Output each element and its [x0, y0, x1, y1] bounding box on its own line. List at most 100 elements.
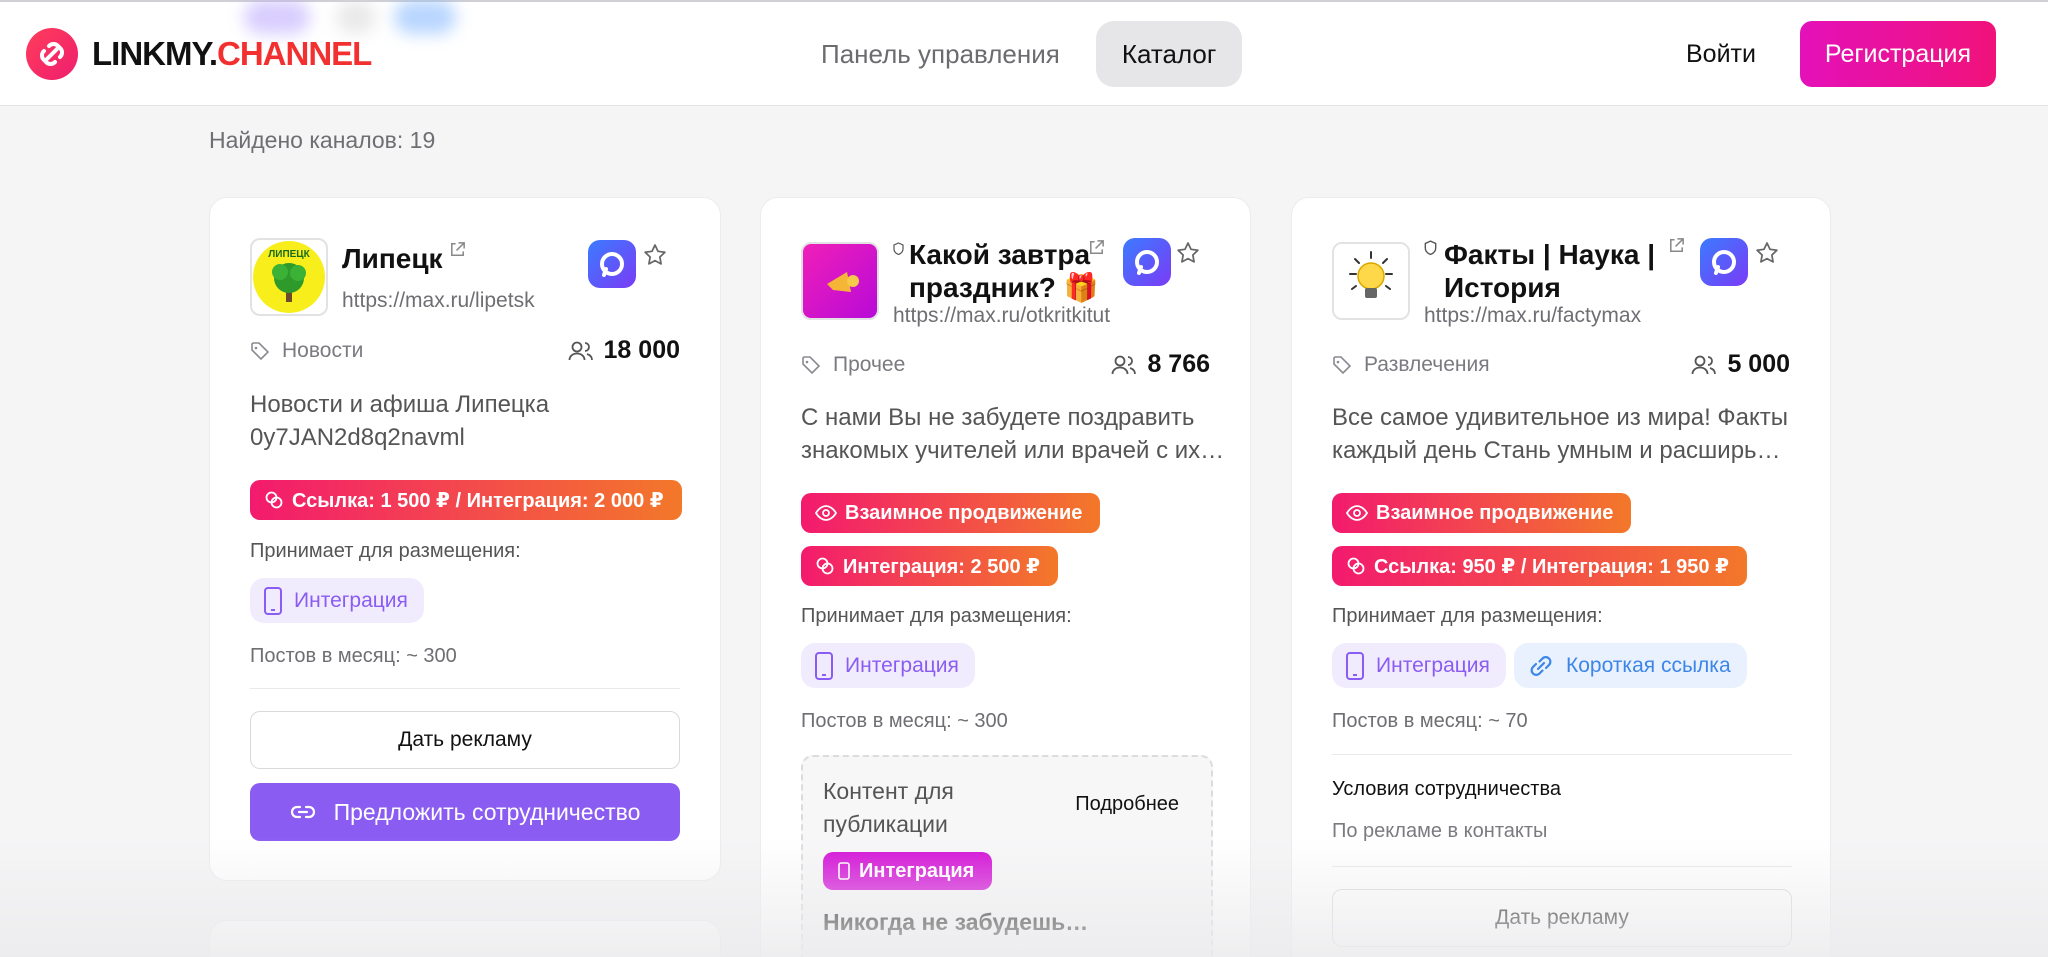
favorite-star-icon[interactable] [1754, 240, 1780, 266]
channel-category: Развлечения [1332, 353, 1490, 377]
verified-shield-icon [1424, 240, 1437, 255]
channel-title[interactable]: Какой завтра праздник? 🎁 [909, 238, 1099, 304]
external-link-icon[interactable] [448, 240, 467, 259]
badge-text: Взаимное продвижение [845, 501, 1083, 524]
chip-label: Интеграция [845, 653, 959, 677]
tag-icon [802, 356, 821, 375]
channel-url[interactable]: https://max.ru/otkritkitut [893, 304, 1110, 328]
propose-collaboration-button[interactable]: Предложить сотрудничество [250, 783, 680, 841]
brand-name: LINKMY.CHANNEL [92, 35, 372, 73]
title-line: Контент для [823, 778, 954, 804]
give-ad-button[interactable]: Дать рекламу [250, 711, 680, 769]
price-badge: Ссылка: 1 500 ₽ / Интеграция: 2 000 ₽ [250, 480, 682, 520]
eye-icon [815, 505, 837, 521]
channel-card: Какой завтра праздник? 🎁 https://max.ru/… [760, 197, 1251, 957]
top-navigation-bar: LINKMY.CHANNEL Панель управления Каталог… [0, 0, 2048, 106]
channel-title[interactable]: Факты | Наука | История [1444, 238, 1655, 304]
description-line: знакомых учителей или врачей с их… [801, 437, 1225, 464]
next-channel-card [209, 920, 721, 957]
coins-icon [816, 557, 834, 575]
content-type-tag: Интеграция [823, 852, 993, 890]
channel-card: ЛИПЕЦК Липецк https://max.ru/lipetsk Нов… [209, 197, 721, 881]
mutual-promotion-badge: Взаимное продвижение [1332, 493, 1632, 533]
channel-avatar[interactable]: ЛИПЕЦК [250, 238, 328, 316]
channel-description: С нами Вы не забудете поздравить знакомы… [801, 401, 1224, 467]
subscriber-count: 5 000 [1691, 350, 1790, 379]
tab-dashboard[interactable]: Панель управления [795, 21, 1086, 87]
channel-description: Все самое удивительное из мира! Факты ка… [1332, 401, 1788, 467]
eye-icon [1346, 505, 1368, 521]
divider [1332, 754, 1792, 755]
external-link-icon[interactable] [1087, 238, 1106, 257]
chip-label: Короткая ссылка [1566, 653, 1731, 677]
accepts-label: Принимает для размещения: [1332, 605, 1603, 627]
category-label: Новости [282, 339, 364, 362]
category-label: Прочее [833, 353, 906, 376]
terms-text: По рекламе в контакты [1332, 820, 1548, 842]
description-line: Новости и афиша Липецка [250, 391, 550, 418]
description-line: Все самое удивительное из мира! Факты [1332, 404, 1789, 431]
posts-per-month: Постов в месяц: ~ 300 [801, 710, 1008, 732]
description-line: С нами Вы не забудете поздравить [801, 404, 1195, 431]
favorite-star-icon[interactable] [642, 242, 668, 268]
title-line: Факты | Наука | [1444, 239, 1656, 270]
register-button[interactable]: Регистрация [1800, 21, 1996, 87]
coins-icon [265, 491, 283, 509]
tag-label: Интеграция [859, 859, 975, 882]
favorite-star-icon[interactable] [1175, 240, 1201, 266]
content-snippet: Никогда не забудешь… [823, 909, 1089, 935]
badge-text: Взаимное продвижение [1376, 501, 1614, 524]
price-badge: Интеграция: 2 500 ₽ [801, 546, 1059, 586]
format-chip-integration: Интеграция [801, 643, 975, 688]
tag-icon [251, 342, 270, 361]
chip-label: Интеграция [1376, 653, 1490, 677]
channel-card: Факты | Наука | История https://max.ru/f… [1291, 197, 1831, 957]
chip-label: Интеграция [294, 588, 408, 612]
verified-shield-icon [893, 242, 904, 255]
phone-icon [815, 651, 833, 680]
category-label: Развлечения [1364, 353, 1490, 376]
phone-icon [264, 586, 282, 615]
more-details-link[interactable]: Подробнее [1075, 793, 1179, 816]
content-box-title: Контент для публикации [823, 775, 954, 841]
channel-description: Новости и афиша Липецка 0y7JAN2d8q2navml [250, 388, 549, 454]
coins-icon [1347, 557, 1365, 575]
channel-url[interactable]: https://max.ru/lipetsk [342, 289, 535, 313]
subscriber-count: 8 766 [1111, 350, 1210, 379]
title-line: История [1444, 272, 1561, 303]
main-nav: Панель управления Каталог [795, 21, 1243, 87]
link-logo-icon [26, 28, 78, 80]
channel-url[interactable]: https://max.ru/factymax [1424, 304, 1641, 328]
price-text: Ссылка: 950 ₽ / Интеграция: 1 950 ₽ [1374, 555, 1729, 578]
posts-per-month: Постов в месяц: ~ 300 [250, 645, 457, 667]
channel-title[interactable]: Липецк [342, 242, 443, 275]
mutual-promotion-badge: Взаимное продвижение [801, 493, 1101, 533]
blurred-decoration [394, 0, 456, 34]
channels-found-count: Найдено каналов: 19 [209, 127, 436, 153]
max-messenger-icon [1700, 238, 1748, 286]
publication-content-box: Контент для публикации Подробнее Интегра… [801, 755, 1213, 957]
login-link[interactable]: Войти [1686, 40, 1756, 69]
users-icon [1112, 355, 1137, 374]
price-text: Интеграция: 2 500 ₽ [843, 555, 1041, 578]
title-line: Какой завтра [909, 239, 1091, 270]
channel-avatar[interactable] [1332, 242, 1410, 320]
avatar-caption: ЛИПЕЦК [268, 249, 310, 260]
posts-per-month: Постов в месяц: ~ 70 [1332, 710, 1528, 732]
channel-category: Новости [250, 339, 363, 363]
subscriber-value: 18 000 [603, 336, 680, 364]
give-ad-button[interactable]: Дать рекламу [1332, 889, 1792, 947]
brand-logo[interactable]: LINKMY.CHANNEL [26, 28, 372, 80]
accepts-label: Принимает для размещения: [250, 540, 521, 562]
channel-category: Прочее [801, 353, 905, 377]
terms-title: Условия сотрудничества [1332, 778, 1561, 800]
external-link-icon[interactable] [1667, 236, 1686, 255]
tab-catalog[interactable]: Каталог [1095, 21, 1243, 87]
subscriber-value: 8 766 [1147, 350, 1210, 378]
format-chip-integration: Интеграция [250, 578, 424, 623]
divider [1332, 866, 1792, 867]
tag-icon [1333, 356, 1352, 375]
link-icon [290, 805, 315, 819]
channel-avatar[interactable] [801, 242, 879, 320]
link-icon [1530, 655, 1552, 676]
